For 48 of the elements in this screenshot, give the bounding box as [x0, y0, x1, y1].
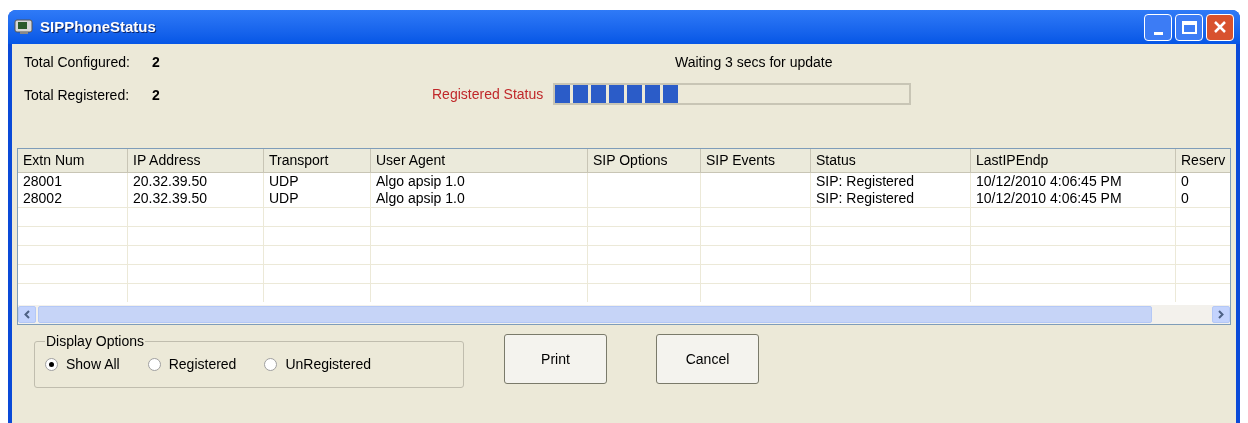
window-title: SIPPhoneStatus: [40, 16, 156, 37]
table-cell: SIP: Registered: [816, 173, 915, 189]
minimize-button[interactable]: [1144, 13, 1172, 41]
dialog-button[interactable]: Cancel: [656, 334, 759, 384]
close-button[interactable]: [1206, 13, 1234, 41]
table-cell: UDP: [269, 173, 299, 189]
close-icon: [1213, 20, 1227, 34]
table-cell: 0: [1181, 190, 1189, 206]
table-cell: 28002: [23, 190, 62, 206]
column-header[interactable]: Transport: [264, 149, 371, 172]
table-cell: SIP: Registered: [816, 190, 915, 206]
summary-label: Total Configured:: [24, 53, 131, 72]
column-header[interactable]: SIP Options: [588, 149, 701, 172]
scroll-right-button[interactable]: [1212, 306, 1230, 323]
group-title: Display Options: [45, 332, 146, 351]
column-header[interactable]: Extn Num: [18, 149, 128, 172]
table-cell: 28001: [23, 173, 62, 189]
scroll-left-button[interactable]: [18, 306, 36, 323]
table-cell: 10/12/2010 4:06:45 PM: [976, 173, 1122, 189]
table-cell: Algo apsip 1.0: [376, 190, 465, 206]
radio-option[interactable]: UnRegistered: [264, 354, 371, 375]
column-header[interactable]: Status: [811, 149, 971, 172]
radio-button[interactable]: [45, 358, 58, 371]
chevron-right-icon: [1218, 310, 1224, 319]
update-message: Waiting 3 secs for update: [675, 53, 834, 72]
chevron-left-icon: [24, 310, 30, 319]
monitor-icon: [14, 19, 34, 35]
summary-value: 2: [152, 86, 160, 105]
column-header[interactable]: IP Address: [128, 149, 264, 172]
summary-label: Total Registered:: [24, 86, 131, 105]
column-header[interactable]: LastIPEndp: [971, 149, 1176, 172]
table-cell: UDP: [269, 190, 299, 206]
table-cell: 0: [1181, 173, 1189, 189]
radio-button[interactable]: [147, 358, 161, 371]
radio-button[interactable]: [264, 358, 278, 371]
table-cell: 10/12/2010 4:06:45 PM: [976, 190, 1122, 206]
summary-value: 2: [152, 53, 160, 72]
radio-option[interactable]: Show All: [45, 354, 120, 375]
progress-label: Registered Status: [432, 84, 544, 104]
table-cell: 20.32.39.50: [133, 190, 207, 206]
column-header[interactable]: SIP Events: [701, 149, 811, 172]
maximize-button[interactable]: [1175, 13, 1203, 41]
dialog-button[interactable]: Print: [504, 334, 607, 384]
column-header[interactable]: Reserv: [1176, 149, 1230, 172]
radio-option[interactable]: Registered: [147, 354, 237, 375]
table-cell: 20.32.39.50: [133, 173, 207, 189]
table-cell: Algo apsip 1.0: [376, 173, 465, 189]
column-header[interactable]: User Agent: [371, 149, 588, 172]
